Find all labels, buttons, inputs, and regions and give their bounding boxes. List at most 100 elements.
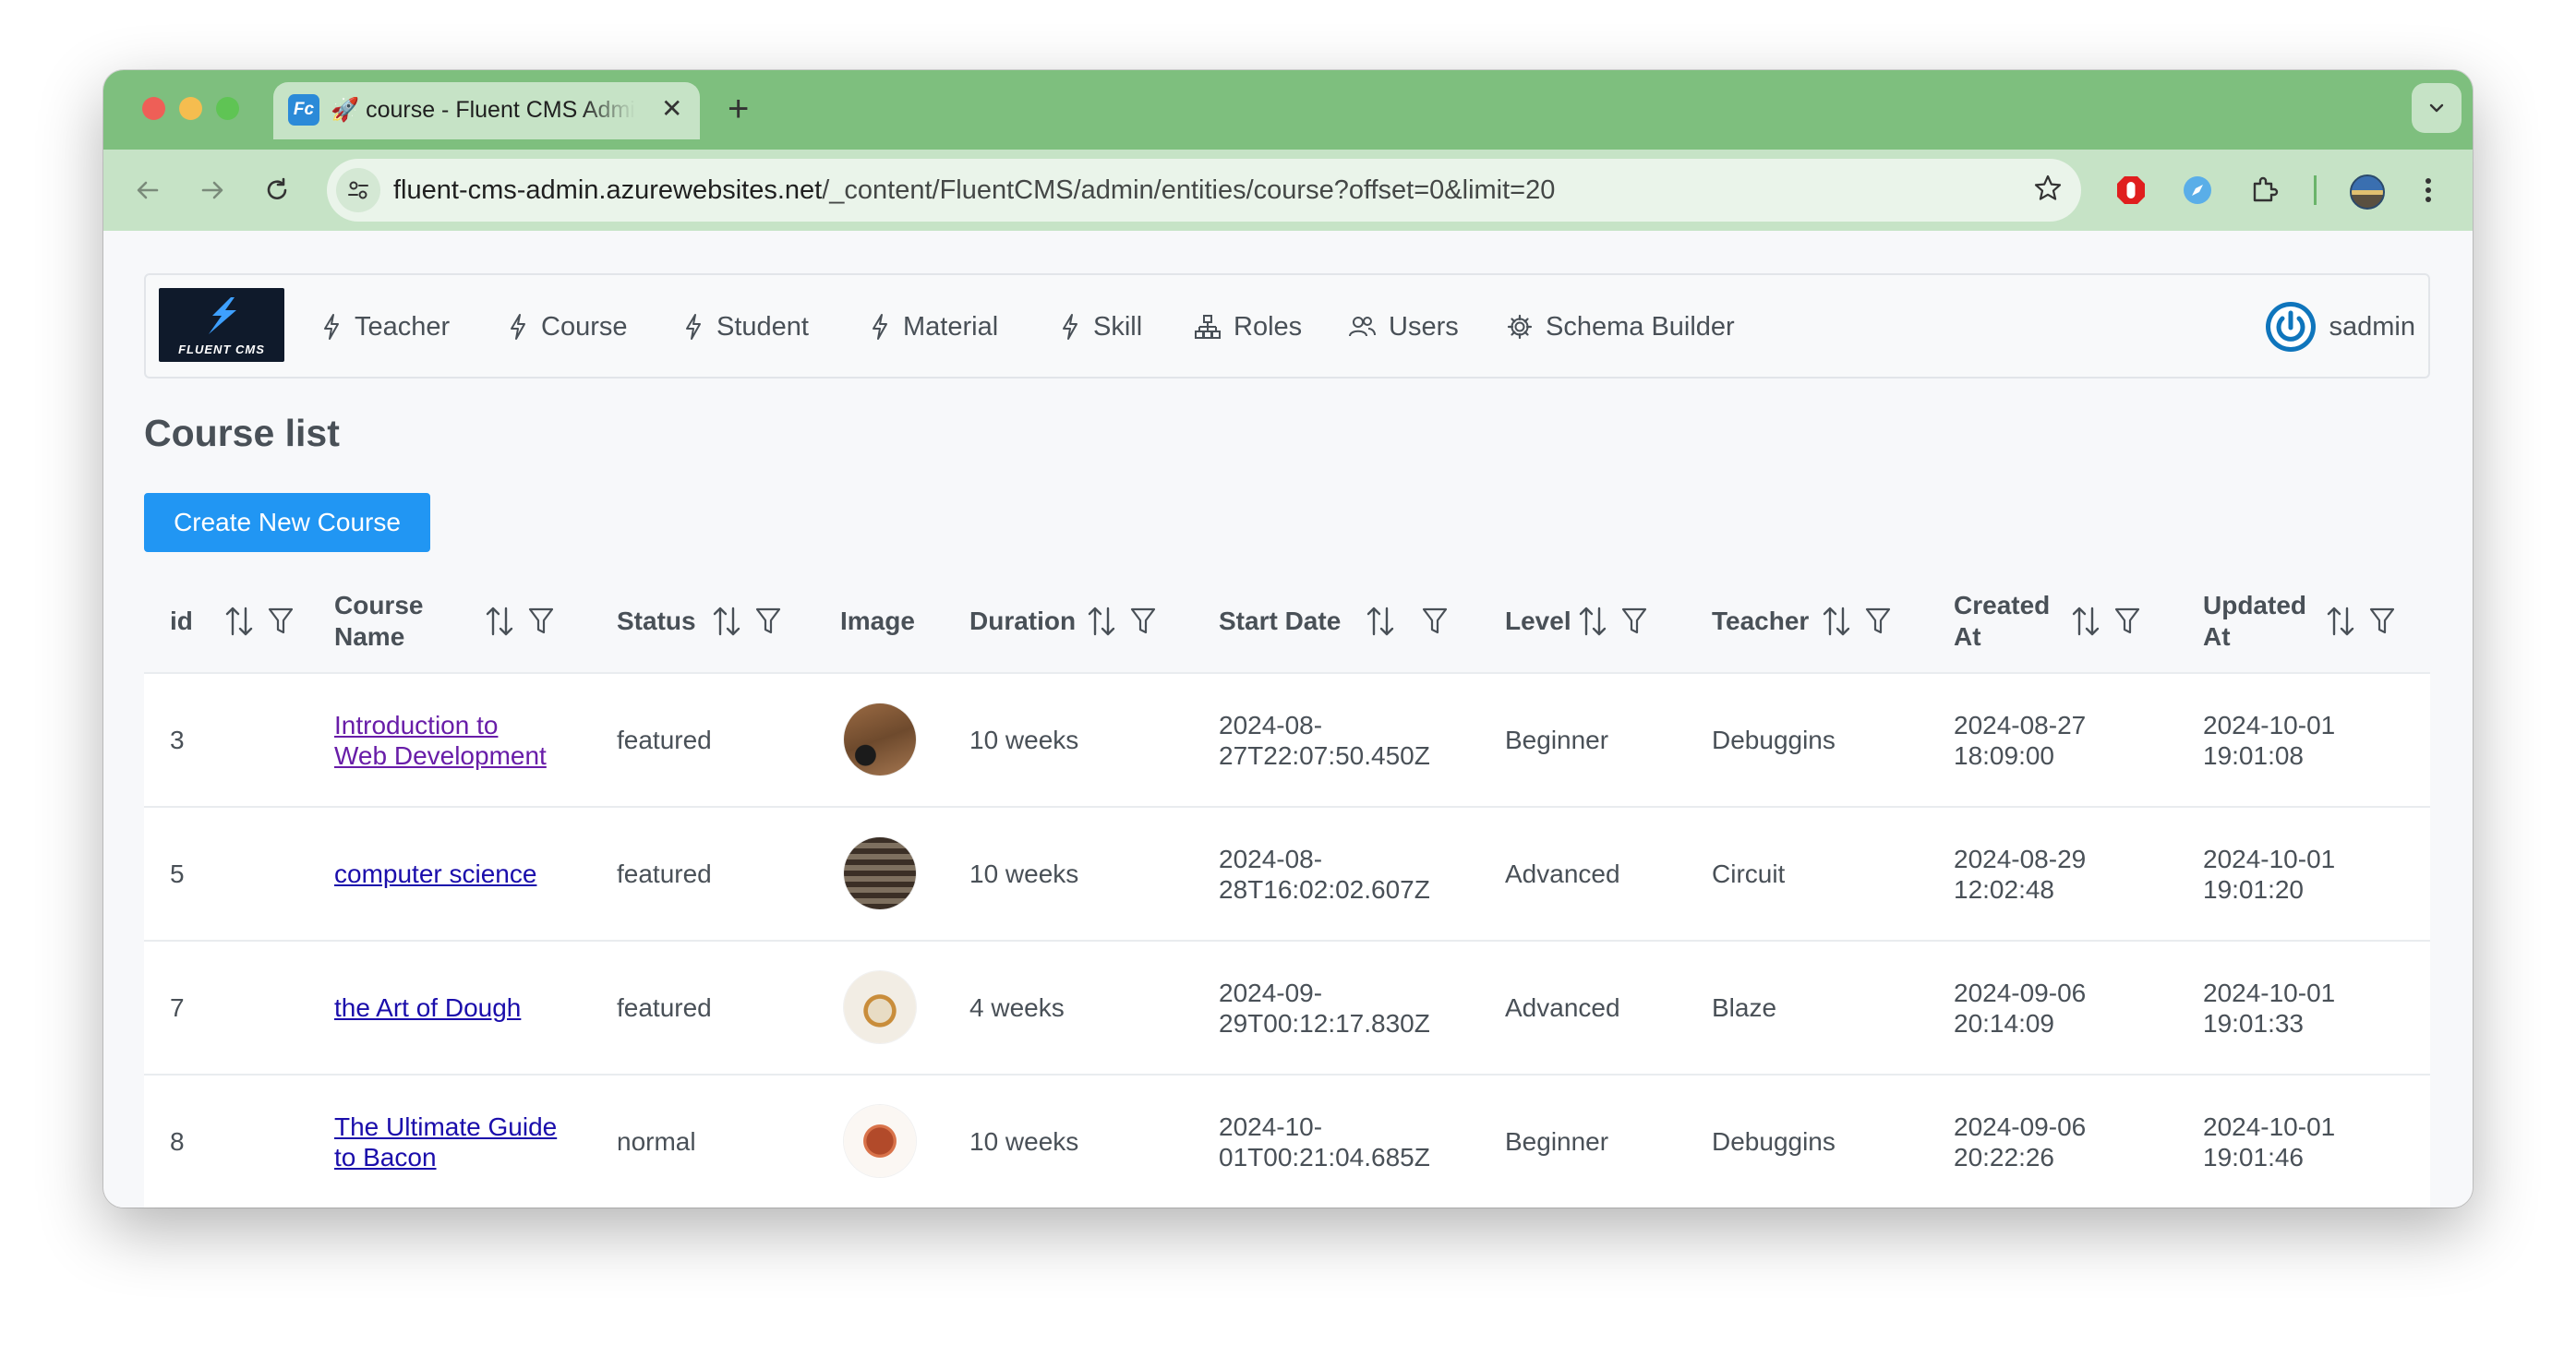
nav-item-schema-builder[interactable]: Schema Builder (1507, 308, 1735, 345)
cell-start-date-line: 28T16:02:02.607Z (1219, 874, 1430, 904)
cell-start-date: 2024-08- 27T22:07:50.450Z (1219, 674, 1430, 806)
page-title: Course list (144, 412, 340, 454)
column-header-label: Duration (969, 607, 1077, 635)
nav-item-material[interactable]: Material (870, 308, 998, 345)
filter-icon[interactable] (1621, 607, 1647, 636)
cell-duration: 10 weeks (969, 859, 1079, 888)
new-tab-button[interactable]: + (728, 90, 749, 127)
course-image (844, 1105, 916, 1177)
site-info-button[interactable] (336, 168, 380, 212)
cell-level: Beginner (1505, 1127, 1609, 1156)
column-header-label: Status (617, 607, 696, 635)
cell-duration: 10 weeks (969, 726, 1079, 754)
fluent-cms-logo[interactable]: FLUENT CMS (159, 288, 284, 362)
sort-icon[interactable] (225, 605, 253, 638)
course-link[interactable]: The Ultimate Guide to Bacon (334, 1112, 557, 1172)
sort-icon[interactable] (1579, 605, 1607, 638)
nav-item-users[interactable]: Users (1348, 308, 1459, 345)
nav-item-label: Skill (1093, 311, 1143, 342)
url-host: fluent-cms-admin.azurewebsites.net (393, 175, 823, 205)
browser-window: Fc 🚀 course - Fluent CMS Admin ✕ + fluen… (103, 70, 2473, 1208)
nav-item-roles[interactable]: Roles (1195, 308, 1302, 345)
filter-icon[interactable] (1865, 607, 1891, 636)
column-header-teacher: Teacher (1712, 571, 1809, 672)
column-header-id: id (170, 571, 193, 672)
profile-avatar-icon[interactable] (2349, 174, 2386, 215)
user-menu[interactable]: sadmin (2265, 301, 2415, 353)
bookmark-star-icon[interactable] (2031, 172, 2064, 210)
close-window-button[interactable] (142, 97, 165, 120)
page-content: FLUENT CMS Teacher Course Student Materi… (103, 231, 2473, 1208)
nav-item-label: Material (903, 311, 999, 342)
filter-icon[interactable] (528, 607, 554, 636)
course-link[interactable]: computer science (334, 859, 536, 889)
forward-button[interactable] (188, 166, 236, 214)
browser-menu-icon[interactable] (2419, 174, 2438, 211)
column-controls-start-date (1366, 605, 1448, 638)
nav-item-course[interactable]: Course (508, 308, 628, 345)
adblock-extension-icon[interactable] (2114, 174, 2148, 211)
table-row: 8 The Ultimate Guide to Bacon normal 10 w… (144, 1076, 2430, 1208)
cell-updated-at-line: 2024-10-01 (2203, 844, 2336, 873)
cell-level: Advanced (1505, 859, 1620, 888)
filter-icon[interactable] (268, 607, 294, 636)
back-button[interactable] (124, 166, 172, 214)
browser-toolbar: fluent-cms-admin.azurewebsites.net/_cont… (103, 150, 2473, 231)
sort-icon[interactable] (486, 605, 513, 638)
cell-id: 5 (170, 859, 185, 888)
users-icon (1349, 317, 1376, 337)
column-controls-status (713, 605, 781, 638)
column-header-label: At (2203, 622, 2231, 651)
extensions-puzzle-icon[interactable] (2247, 174, 2281, 211)
bolt-icon (873, 314, 887, 340)
sort-icon[interactable] (1823, 605, 1850, 638)
cell-status: featured (617, 993, 712, 1022)
cell-updated-at: 2024-10-01 19:01:33 (2203, 942, 2335, 1074)
filter-icon[interactable] (2114, 607, 2140, 636)
compass-extension-icon[interactable] (2181, 174, 2214, 211)
bolt-icon (686, 314, 701, 340)
cell-updated-at-line: 2024-10-01 (2203, 710, 2336, 739)
table-row: 3 Introduction to Web Development feature… (144, 674, 2430, 808)
create-new-course-button[interactable]: Create New Course (144, 493, 430, 552)
sort-icon[interactable] (1088, 605, 1115, 638)
filter-icon[interactable] (755, 607, 781, 636)
filter-icon[interactable] (1422, 607, 1448, 636)
cell-teacher: Debuggins (1712, 1127, 1836, 1156)
column-header-label: Image (840, 607, 915, 635)
column-header-course-name: Course Name (334, 571, 423, 672)
cell-course-name: the Art of Dough (334, 942, 521, 1074)
column-header-label: Updated (2203, 591, 2306, 619)
toolbar-divider (2314, 175, 2317, 205)
column-header-label: Created (1954, 591, 2051, 619)
course-link[interactable]: the Art of Dough (334, 992, 521, 1023)
power-icon (2265, 302, 2316, 352)
chevron-down-icon (2429, 103, 2444, 113)
nav-item-teacher[interactable]: Teacher (321, 308, 450, 345)
tab-close-icon[interactable]: ✕ (661, 95, 682, 123)
sort-icon[interactable] (713, 605, 740, 638)
reload-button[interactable] (253, 166, 301, 214)
url-text: fluent-cms-admin.azurewebsites.net/_cont… (393, 175, 1555, 206)
sort-icon[interactable] (2327, 605, 2354, 638)
tab-search-button[interactable] (2412, 83, 2462, 133)
nav-item-student[interactable]: Student (683, 308, 809, 345)
cell-start-date: 2024-10- 01T00:21:04.685Z (1219, 1076, 1430, 1208)
cell-status: featured (617, 859, 712, 888)
cell-created-at-line: 20:22:26 (1954, 1142, 2054, 1172)
minimize-window-button[interactable] (179, 97, 202, 120)
browser-tab-active[interactable]: Fc 🚀 course - Fluent CMS Admin ✕ (273, 82, 700, 139)
filter-icon[interactable] (2369, 607, 2395, 636)
sort-icon[interactable] (1366, 605, 1394, 638)
sort-icon[interactable] (2072, 605, 2100, 638)
cell-updated-at-line: 19:01:33 (2203, 1008, 2304, 1038)
address-bar[interactable]: fluent-cms-admin.azurewebsites.net/_cont… (327, 159, 2081, 222)
cell-start-date-line: 2024-08- (1219, 844, 1323, 873)
cell-created-at-line: 2024-09-06 (1954, 1112, 2087, 1141)
maximize-window-button[interactable] (216, 97, 239, 120)
nav-item-skill[interactable]: Skill (1060, 308, 1142, 345)
course-link[interactable]: Introduction to Web Development (334, 710, 547, 771)
cell-created-at-line: 18:09:00 (1954, 740, 2054, 770)
cell-created-at-line: 2024-08-27 (1954, 710, 2087, 739)
filter-icon[interactable] (1130, 607, 1156, 636)
